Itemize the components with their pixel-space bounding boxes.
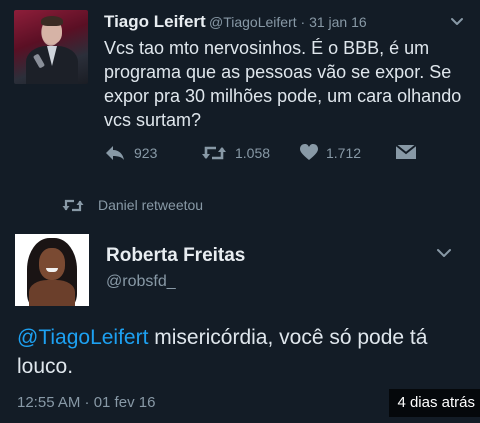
avatar[interactable] — [15, 234, 89, 306]
tweet-meta: @TiagoLeifert · 31 jan 16 — [209, 14, 367, 30]
like-icon — [300, 144, 318, 160]
retweet-label[interactable]: Daniel retweetou — [98, 197, 203, 213]
avatar-face — [39, 248, 65, 280]
avatar-hair — [41, 16, 63, 26]
author-name[interactable]: Tiago Leifert — [104, 12, 206, 32]
chevron-down-icon[interactable] — [450, 14, 464, 28]
retweet-count: 1.058 — [235, 145, 271, 161]
time-ago-overlay: 4 dias atrás — [389, 389, 480, 417]
reply-text: @TiagoLeifert misericórdia, você só pode… — [17, 323, 467, 381]
author-name[interactable]: Roberta Freitas — [106, 245, 245, 267]
tweet-text: Vcs tao mto nervosinhos. É o BBB, é um p… — [104, 38, 462, 130]
avatar-body — [29, 280, 75, 306]
dm-button[interactable] — [396, 144, 416, 160]
chevron-down-icon[interactable] — [436, 246, 452, 260]
original-tweet: Tiago Leifert @TiagoLeifert · 31 jan 16 … — [0, 0, 480, 188]
reply-button[interactable]: 923 — [104, 144, 157, 162]
reply-count: 923 — [134, 145, 158, 161]
author-handle[interactable]: @robsfd_ — [106, 273, 176, 291]
retweet-icon — [62, 199, 84, 211]
author-handle[interactable]: @TiagoLeifert — [209, 14, 297, 30]
retweet-context: Daniel retweetou — [62, 197, 203, 213]
like-count: 1.712 — [326, 144, 362, 161]
mention-link[interactable]: @TiagoLeifert — [17, 326, 148, 349]
reply-icon — [106, 146, 124, 160]
retweet-icon — [202, 146, 226, 160]
tweet-date[interactable]: 31 jan 16 — [309, 14, 367, 30]
reply-timestamp[interactable]: 12:55 AM · 01 fev 16 — [17, 394, 155, 411]
meta-separator: · — [300, 14, 306, 30]
like-button[interactable]: 1.712 — [300, 144, 361, 161]
avatar[interactable] — [14, 10, 88, 84]
retweet-button[interactable]: 1.058 — [201, 144, 270, 162]
dm-icon — [396, 144, 416, 159]
